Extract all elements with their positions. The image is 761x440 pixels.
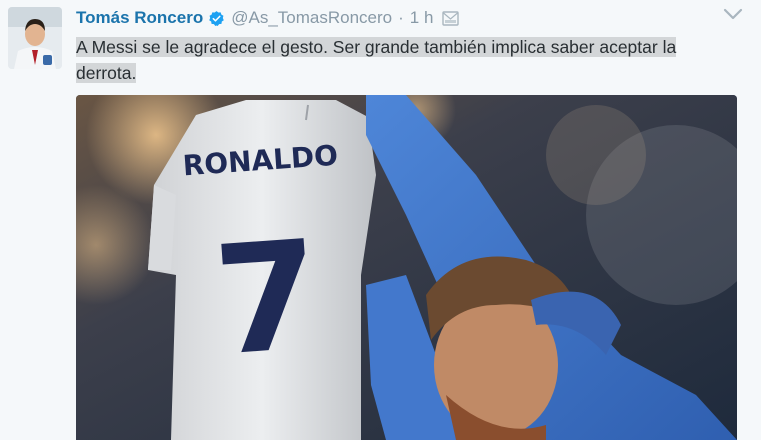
- tweet-photo[interactable]: RONALDO 7: [76, 95, 737, 440]
- separator-dot: ·: [398, 8, 404, 27]
- jersey-number: 7: [209, 209, 325, 390]
- verified-badge-icon: [208, 10, 225, 27]
- chevron-down-icon[interactable]: [722, 6, 744, 22]
- author-handle[interactable]: @As_TomasRoncero: [231, 8, 392, 28]
- avatar-image: [8, 7, 62, 69]
- author-name[interactable]: Tomás Roncero: [76, 8, 203, 28]
- tweet-text-line1: A Messi se le agradece el gesto. Ser gra…: [76, 37, 677, 57]
- tweet-timestamp[interactable]: 1 h: [410, 8, 434, 28]
- tweet-text: A Messi se le agradece el gesto. Ser gra…: [76, 34, 752, 86]
- photo-messi-holding-ronaldo-jersey: RONALDO 7: [76, 95, 737, 440]
- direct-message-icon[interactable]: [442, 10, 460, 26]
- tweet: Tomás Roncero @As_TomasRoncero · 1 h A M…: [0, 0, 761, 440]
- tweet-header: Tomás Roncero @As_TomasRoncero · 1 h: [76, 6, 460, 30]
- avatar[interactable]: [8, 7, 62, 69]
- tweet-text-line2: derrota.: [76, 63, 137, 83]
